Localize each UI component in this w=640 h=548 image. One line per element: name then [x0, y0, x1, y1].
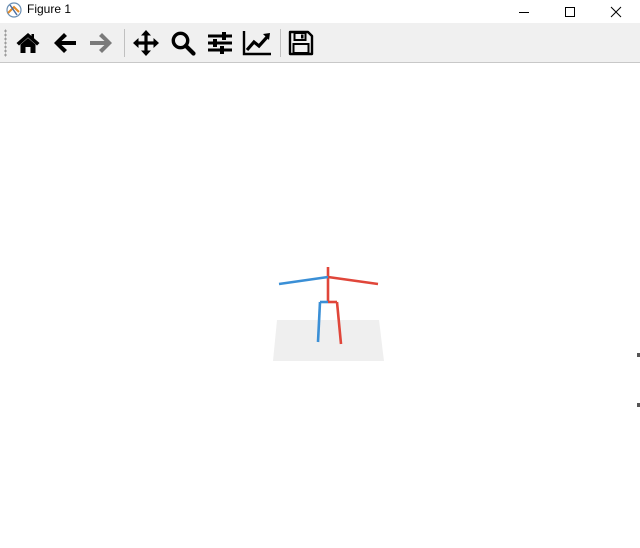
pan-button[interactable]: [129, 26, 163, 60]
app-icon: [6, 2, 22, 18]
left-arm-bone: [278, 275, 329, 286]
right-arm-bone: [327, 275, 379, 286]
floppy-disk-icon: [288, 30, 314, 56]
ground-plane: [273, 320, 384, 361]
save-button[interactable]: [284, 26, 318, 60]
sliders-icon: [208, 32, 232, 54]
zoom-button[interactable]: [166, 26, 200, 60]
minimize-button[interactable]: [501, 0, 547, 23]
toolbar-separator-2: [280, 29, 281, 57]
close-icon: [610, 6, 622, 17]
figure-canvas[interactable]: [0, 63, 638, 543]
toolbar-separator: [124, 29, 125, 57]
forward-button[interactable]: [84, 26, 118, 60]
edit-axis-button[interactable]: [240, 26, 274, 60]
back-button[interactable]: [48, 26, 82, 60]
configure-subplots-button[interactable]: [203, 26, 237, 60]
maximize-icon: [565, 6, 575, 17]
move-icon: [133, 30, 159, 56]
arrow-left-icon: [54, 33, 76, 53]
skeleton-plot[interactable]: [0, 63, 638, 543]
home-icon: [16, 33, 40, 53]
home-button[interactable]: [11, 26, 45, 60]
close-button[interactable]: [593, 0, 639, 23]
title-bar: Figure 1: [0, 0, 640, 23]
toolbar-grip[interactable]: [4, 29, 7, 57]
minimize-icon: [519, 11, 529, 13]
line-chart-icon: [242, 31, 271, 56]
zoom-icon: [171, 31, 196, 56]
window-title: Figure 1: [27, 2, 72, 16]
arrow-right-icon: [90, 33, 112, 53]
navigation-toolbar: [0, 23, 640, 63]
maximize-button[interactable]: [547, 0, 593, 23]
